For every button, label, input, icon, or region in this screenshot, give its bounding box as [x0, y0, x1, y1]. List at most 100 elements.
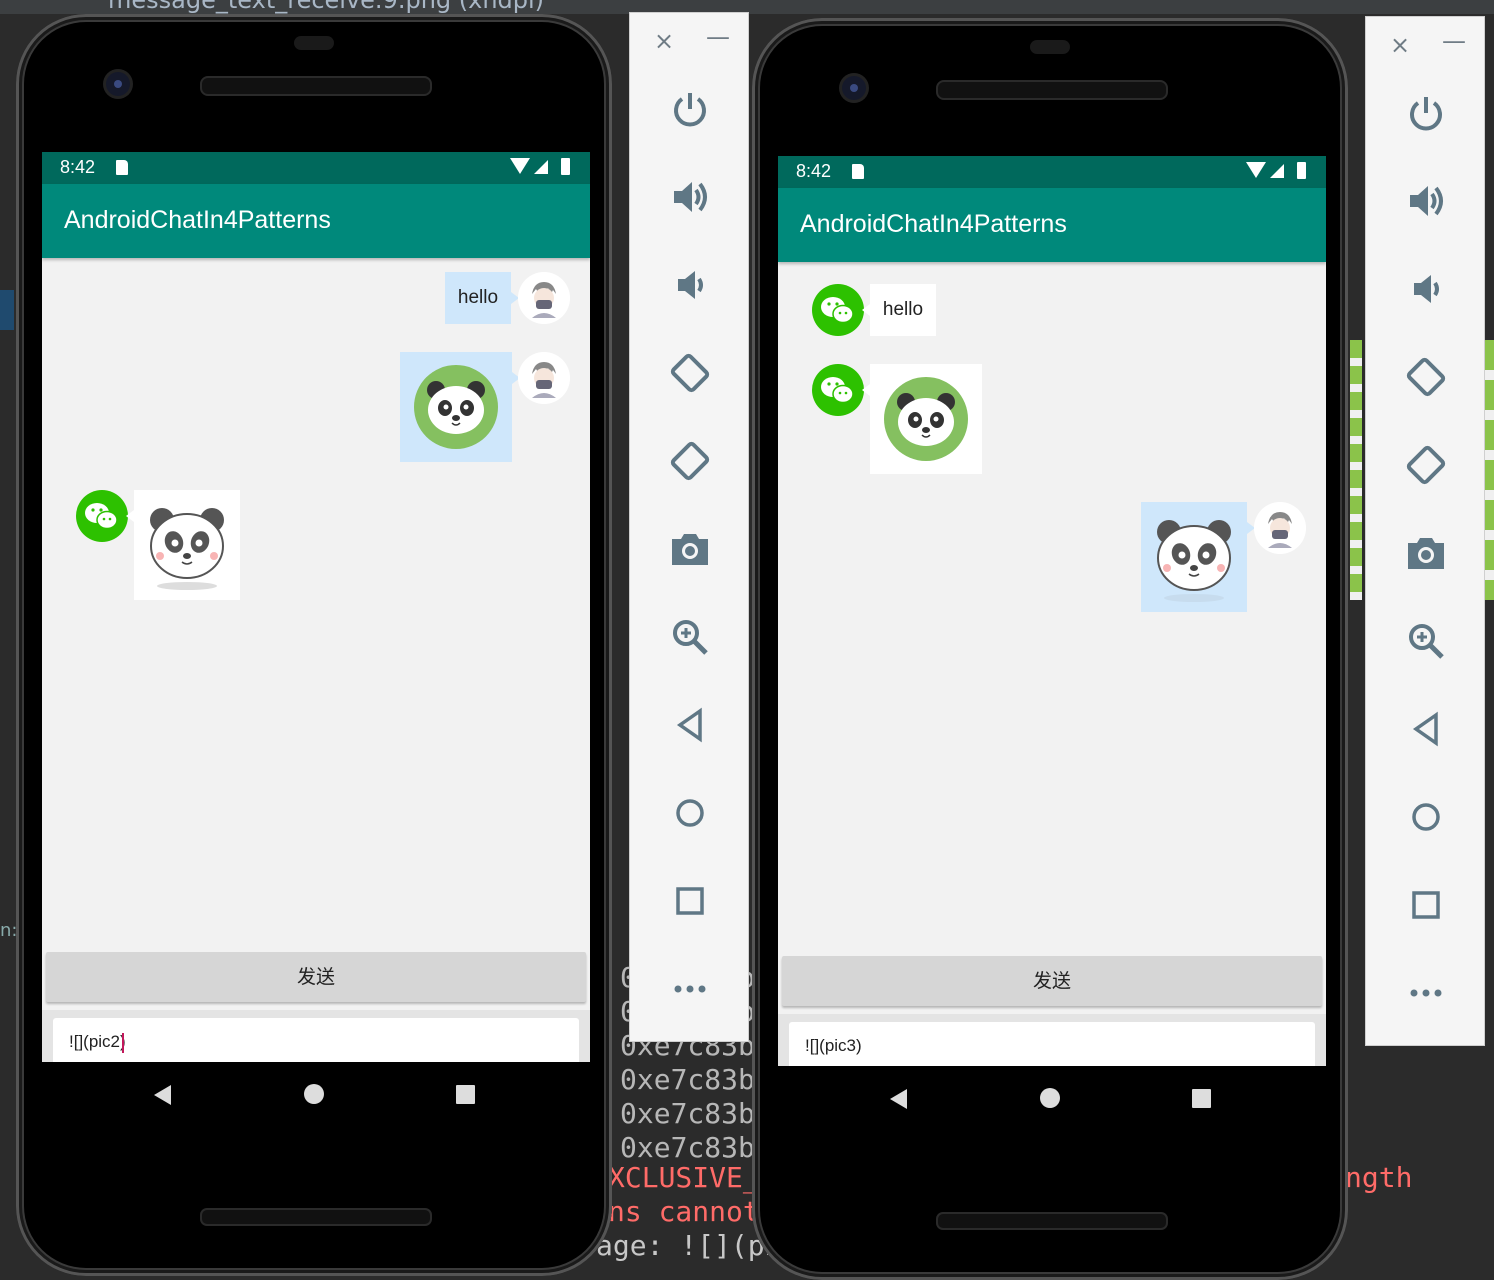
- zoom-icon[interactable]: [666, 613, 714, 661]
- message-input-value: ![](pic2): [69, 1032, 126, 1051]
- app-bar: AndroidChatIn4Patterns: [42, 184, 590, 258]
- speaker-top: [936, 80, 1168, 100]
- text-caret: [121, 1032, 124, 1053]
- nav-back-icon[interactable]: [890, 1089, 907, 1109]
- sd-card-icon: [852, 164, 864, 179]
- message-input[interactable]: ![](pic2): [53, 1018, 579, 1062]
- battery-icon: [561, 158, 570, 175]
- user-avatar[interactable]: [518, 352, 570, 404]
- back-icon[interactable]: [1402, 705, 1450, 753]
- app-bar: AndroidChatIn4Patterns: [778, 188, 1326, 262]
- overview-icon[interactable]: [1402, 881, 1450, 929]
- message-input-value: ![](pic3): [805, 1036, 862, 1055]
- send-button[interactable]: 发送: [782, 956, 1322, 1006]
- message-input[interactable]: ![](pic3): [789, 1022, 1315, 1066]
- navigation-bar: [752, 1066, 1348, 1126]
- volume-up-icon[interactable]: [666, 173, 714, 221]
- sd-card-icon: [116, 160, 128, 175]
- nav-home-icon[interactable]: [304, 1084, 324, 1104]
- status-bar: 8:42: [42, 152, 590, 184]
- rotate-left-icon[interactable]: [1402, 353, 1450, 401]
- volume-up-icon[interactable]: [1402, 177, 1450, 225]
- wechat-icon[interactable]: [76, 490, 128, 542]
- signal-icon: [1270, 164, 1284, 178]
- home-icon[interactable]: [1402, 793, 1450, 841]
- nav-back-icon[interactable]: [154, 1085, 171, 1105]
- console-error-fragment: ngth: [1345, 1161, 1413, 1194]
- more-icon[interactable]: [666, 965, 714, 1013]
- emulator-panel-right: × —: [1365, 16, 1485, 1046]
- ide-left-label: n:: [0, 920, 18, 941]
- console-line: 0xe7c83ba: [620, 1063, 772, 1096]
- rotate-left-icon[interactable]: [666, 349, 714, 397]
- panda-gray-image: [150, 508, 224, 590]
- power-icon[interactable]: [666, 85, 714, 133]
- wechat-icon[interactable]: [812, 284, 864, 336]
- speaker-top: [200, 76, 432, 96]
- ide-left-strip: [0, 290, 14, 330]
- overview-icon[interactable]: [666, 877, 714, 925]
- rotate-right-icon[interactable]: [1402, 441, 1450, 489]
- zoom-icon[interactable]: [1402, 617, 1450, 665]
- front-camera: [842, 76, 866, 100]
- console-error-line: XCLUSIVE_: [608, 1161, 760, 1194]
- user-avatar[interactable]: [1254, 502, 1306, 554]
- camera-icon[interactable]: [1402, 529, 1450, 577]
- message-image-sent[interactable]: [400, 352, 520, 462]
- phone-screen: 8:42 AndroidChatIn4Patterns hello 发送 ![]…: [778, 156, 1326, 1066]
- power-icon[interactable]: [1402, 89, 1450, 137]
- message-image-sent[interactable]: [1141, 502, 1255, 612]
- message-bubble-sent[interactable]: hello: [445, 272, 519, 324]
- app-title: AndroidChatIn4Patterns: [800, 210, 1067, 238]
- wifi-icon: [1246, 162, 1266, 178]
- nav-recent-icon[interactable]: [1192, 1089, 1211, 1108]
- message-bubble-received[interactable]: hello: [862, 284, 936, 336]
- phone-right: 8:42 AndroidChatIn4Patterns hello 发送 ![]…: [752, 18, 1348, 1280]
- battery-icon: [1297, 162, 1306, 179]
- message-image-received[interactable]: [126, 490, 240, 600]
- phone-notch: [294, 36, 334, 50]
- more-icon[interactable]: [1402, 969, 1450, 1017]
- emulator-panel-left: × —: [629, 12, 749, 1042]
- rotate-right-icon[interactable]: [666, 437, 714, 485]
- chat-list[interactable]: hello: [42, 260, 590, 930]
- message-text: hello: [457, 287, 499, 308]
- camera-icon[interactable]: [666, 525, 714, 573]
- phone-notch: [1030, 40, 1070, 54]
- volume-down-icon[interactable]: [1402, 265, 1450, 313]
- phone-left: 8:42 AndroidChatIn4Patterns hello 发送 ![]…: [16, 14, 612, 1276]
- speaker-bottom: [936, 1212, 1168, 1230]
- ide-tab-label[interactable]: message_text_receive.9.png (xhdpi): [108, 0, 544, 14]
- console-line: age: ![](pi: [596, 1229, 782, 1262]
- speaker-bottom: [200, 1208, 432, 1226]
- back-icon[interactable]: [666, 701, 714, 749]
- close-icon[interactable]: ×: [1390, 31, 1410, 59]
- wifi-icon: [510, 158, 530, 174]
- input-area: ![](pic3): [778, 1014, 1326, 1066]
- message-text: hello: [882, 299, 924, 320]
- message-image-received[interactable]: [862, 364, 982, 474]
- phone-screen: 8:42 AndroidChatIn4Patterns hello 发送 ![]…: [42, 152, 590, 1062]
- chat-list[interactable]: hello: [778, 264, 1326, 934]
- wechat-icon[interactable]: [812, 364, 864, 416]
- background-image-strip: [1350, 340, 1362, 600]
- panda-green-circle-image: [884, 377, 968, 461]
- panda-gray-image: [1157, 520, 1231, 602]
- close-icon[interactable]: ×: [654, 27, 674, 55]
- console-line: 0xe7c83ba: [620, 1131, 772, 1164]
- navigation-bar: [16, 1062, 612, 1122]
- status-time: 8:42: [60, 157, 96, 177]
- panda-green-circle-image: [414, 365, 498, 449]
- volume-down-icon[interactable]: [666, 261, 714, 309]
- send-button[interactable]: 发送: [46, 952, 586, 1002]
- minimize-icon[interactable]: —: [1442, 27, 1466, 55]
- nav-recent-icon[interactable]: [456, 1085, 475, 1104]
- console-error-line: ns cannot: [608, 1195, 760, 1228]
- minimize-icon[interactable]: —: [706, 23, 730, 51]
- signal-icon: [534, 160, 548, 174]
- home-icon[interactable]: [666, 789, 714, 837]
- nav-home-icon[interactable]: [1040, 1088, 1060, 1108]
- user-avatar[interactable]: [518, 272, 570, 324]
- status-time: 8:42: [796, 161, 832, 181]
- front-camera: [106, 72, 130, 96]
